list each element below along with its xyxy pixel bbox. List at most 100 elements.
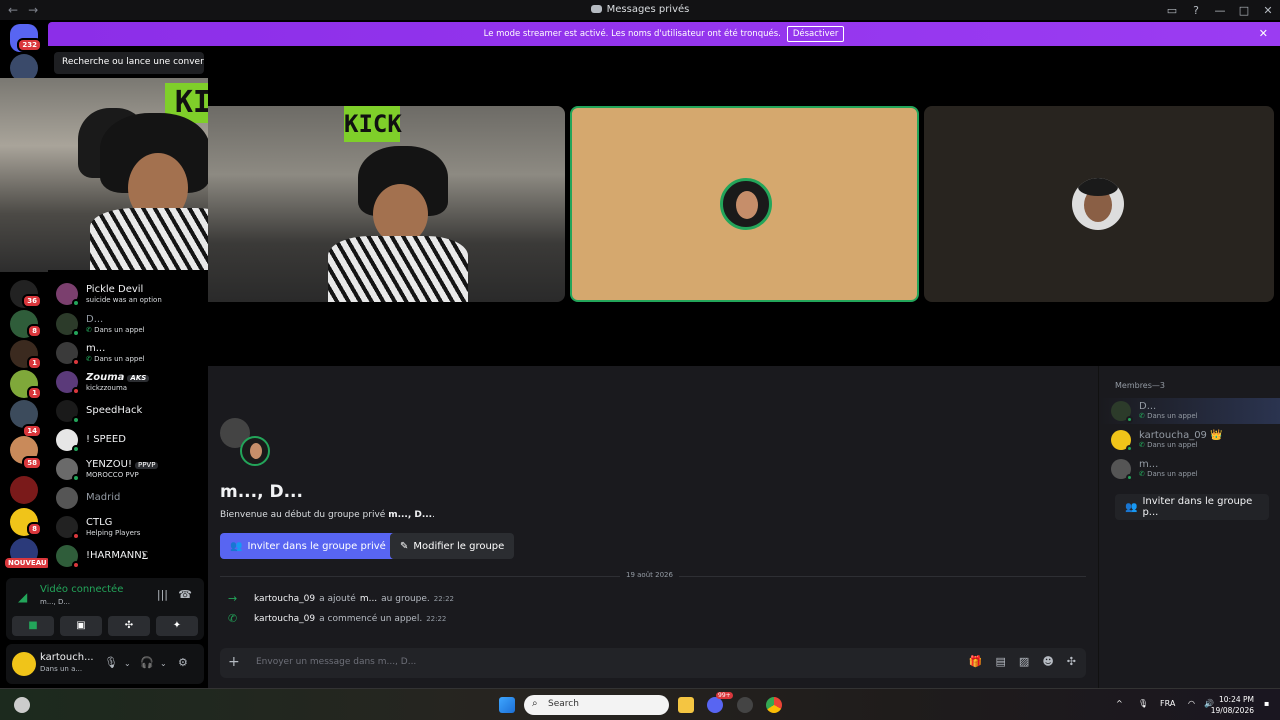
new-badge: NOUVEAU <box>5 558 50 568</box>
apps-icon[interactable]: ✣ <box>1067 655 1076 668</box>
dm-item[interactable]: Pickle Devil suicide was an option <box>56 280 206 308</box>
chat-area: m..., D... Bienvenue au début du groupe … <box>208 366 1098 688</box>
date: 19/08/2026 <box>1210 706 1254 715</box>
server-tag: AKS <box>127 374 150 382</box>
taskbar-search[interactable]: ⌕ Search <box>524 695 669 715</box>
activities-button[interactable]: ✣ <box>108 616 150 636</box>
signal-icon[interactable]: ◢ <box>18 590 27 604</box>
inbox-icon[interactable]: ▭ <box>1160 4 1184 17</box>
dm-status: MOROCCO PVP <box>86 470 139 479</box>
close-icon[interactable]: ✕ <box>1259 27 1268 40</box>
minimize-icon[interactable]: — <box>1208 4 1232 17</box>
plus-icon[interactable]: + <box>228 654 240 670</box>
invite-group-sidebar-button[interactable]: 👥 Inviter dans le groupe p... <box>1115 494 1269 520</box>
camera-button[interactable]: ■ <box>12 616 54 636</box>
search-input[interactable]: Recherche ou lance une conver... <box>54 52 204 74</box>
voice-panel: ◢ Vidéo connectée m..., D... ||| ☎ ■ ▣ ✣… <box>6 578 204 640</box>
mic-tray-icon[interactable]: 🎙 <box>1138 699 1148 708</box>
video-tile-m[interactable] <box>924 106 1274 302</box>
chrome-icon[interactable] <box>766 697 782 713</box>
voice-channel[interactable]: m..., D... <box>40 598 70 606</box>
dm-item[interactable]: ! SPEED <box>56 426 206 454</box>
phone-icon: ✆ <box>86 354 95 363</box>
dm-item[interactable]: D... ✆ Dans un appel <box>56 310 206 338</box>
edit-group-button[interactable]: ✎ Modifier le groupe <box>390 533 515 559</box>
chevron-down-icon[interactable]: ⌄ <box>160 659 167 668</box>
dm-name: Pickle Devil <box>86 283 144 295</box>
dm-item[interactable]: CTLG Helping Players <box>56 513 206 541</box>
soundboard-icon[interactable]: ||| <box>157 588 168 601</box>
app-icon[interactable] <box>737 697 753 713</box>
help-icon[interactable]: ? <box>1184 4 1208 17</box>
server-tag: PPVP <box>134 461 159 469</box>
arrow-icon: → <box>228 592 238 605</box>
dm-item[interactable]: Zouma AKS kickzzouma <box>56 368 206 396</box>
message-user[interactable]: kartoucha_09 <box>254 594 315 604</box>
member-status: Dans un appel <box>1147 470 1198 478</box>
server-badge: 1 <box>27 356 42 370</box>
member-item[interactable]: m... ✆ Dans un appel <box>1111 456 1279 482</box>
crown-icon: 👑 <box>1210 430 1223 441</box>
sticker-icon[interactable]: ▨ <box>1019 655 1029 668</box>
dm-list: Pickle Devil suicide was an option D... ✆ … <box>48 270 208 576</box>
chevron-down-icon[interactable]: ⌄ <box>124 659 131 668</box>
gift-icon[interactable]: 🎁 <box>969 655 983 668</box>
avatar[interactable] <box>12 652 36 676</box>
effects-button[interactable]: ✦ <box>156 616 198 636</box>
dm-item[interactable]: SpeedHack <box>56 397 206 425</box>
avatar <box>1111 401 1133 423</box>
gif-icon[interactable]: ▤ <box>996 655 1006 668</box>
headphones-icon[interactable]: 🎧 <box>140 656 154 669</box>
message-target[interactable]: m... <box>360 594 377 604</box>
invite-group-button[interactable]: 👥 Inviter dans le groupe privé <box>220 533 396 559</box>
avatar <box>56 516 80 540</box>
search-label: Search <box>548 699 579 709</box>
user-name[interactable]: kartouch... <box>40 652 94 663</box>
discord-icon[interactable] <box>707 697 723 713</box>
phone-icon: ✆ <box>1139 441 1148 449</box>
member-list: Membres—3 D... ✆ Dans un appel kartoucha_… <box>1098 366 1280 688</box>
group-title: m..., D... <box>220 482 303 502</box>
video-tile-d[interactable] <box>570 106 919 302</box>
member-name: D... <box>1139 401 1157 412</box>
dm-status: suicide was an option <box>86 295 162 304</box>
video-tile-camera[interactable]: KICK <box>208 106 565 302</box>
clock[interactable]: 10:24 PM 19/08/2026 <box>1211 694 1254 716</box>
wifi-icon[interactable]: ◠ <box>1188 699 1195 708</box>
avatar <box>56 429 80 453</box>
file-explorer-icon[interactable] <box>678 697 694 713</box>
server-badge: 36 <box>22 294 42 308</box>
message-input[interactable]: Envoyer un message dans m..., D... <box>256 657 416 667</box>
avatar <box>56 487 78 509</box>
server-icon[interactable] <box>10 476 38 504</box>
notification-icon[interactable]: ▪ <box>1264 699 1269 708</box>
message-composer[interactable]: + Envoyer un message dans m..., D... 🎁 ▤… <box>220 648 1086 678</box>
close-icon[interactable]: ✕ <box>1256 4 1280 17</box>
invite-label: Inviter dans le groupe p... <box>1142 496 1253 518</box>
intro-suffix: . <box>432 510 435 520</box>
widgets-icon[interactable] <box>14 697 30 713</box>
member-item[interactable]: kartoucha_09 👑 ✆ Dans un appel <box>1111 427 1279 453</box>
emoji-icon[interactable]: ☻ <box>1042 655 1053 668</box>
screen-share-button[interactable]: ▣ <box>60 616 102 636</box>
chevron-up-icon[interactable]: ^ <box>1116 699 1123 708</box>
start-icon[interactable] <box>499 697 515 713</box>
intro-text: Bienvenue au début du groupe privé <box>220 510 389 520</box>
dm-status: Dans un appel <box>94 354 145 363</box>
settings-icon[interactable]: ⚙ <box>178 656 188 669</box>
disable-streamer-button[interactable]: Désactiver <box>786 26 845 42</box>
dm-item[interactable]: !HARMANN⨊ <box>56 542 206 570</box>
member-item[interactable]: D... ✆ Dans un appel <box>1111 398 1279 424</box>
dm-item[interactable]: m... ✆ Dans un appel <box>56 339 206 367</box>
mic-icon[interactable]: 🎙 <box>104 656 118 669</box>
message-user[interactable]: kartoucha_09 <box>254 614 315 624</box>
disconnect-icon[interactable]: ☎ <box>178 588 192 601</box>
dm-item[interactable]: Madrid <box>56 484 206 512</box>
language-indicator[interactable]: FRA <box>1160 699 1175 708</box>
search-icon: ⌕ <box>532 698 538 709</box>
dm-item[interactable]: YENZOU! PPVP MOROCCO PVP <box>56 455 206 483</box>
time: 10:24 PM <box>1219 695 1254 704</box>
pencil-icon: ✎ <box>400 540 409 552</box>
invite-label: Inviter dans le groupe privé <box>247 540 386 552</box>
maximize-icon[interactable]: □ <box>1232 4 1256 17</box>
